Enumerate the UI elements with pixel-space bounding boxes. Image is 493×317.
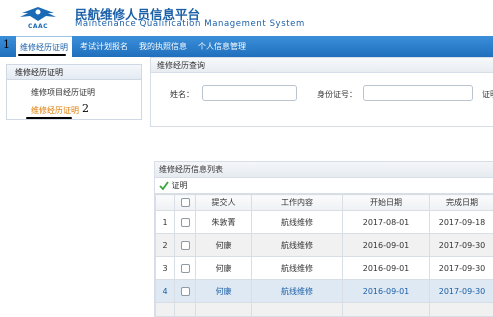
list-title: 维修经历信息列表 [155,162,493,178]
tab-label: 考试计划报名 [80,42,128,51]
col-end-header[interactable]: 完成日期 [429,194,493,211]
row-index: 2 [155,233,175,257]
col-submitter-header[interactable]: 提交人 [195,194,252,211]
tab-personal-info[interactable]: 个人信息管理 [198,36,246,57]
col-index-header [155,194,175,211]
end-date-cell: 2017-09-18 [429,210,493,234]
table-row[interactable]: 1 朱敦菁 航线维修 2017-08-01 2017-09-18 [155,210,493,234]
row-select[interactable] [174,210,196,234]
start-date-cell: 2016-09-01 [342,256,430,280]
work-cell: 航线维修 [251,233,343,257]
row-index: 1 [155,210,175,234]
name-label: 姓名： [170,90,194,99]
experience-list-panel: 维修经历信息列表 证明 提交人 工作内容 开始日期 完成日期 1 朱敦菁 航线维… [154,161,493,317]
tab-label: 我的执照信息 [139,42,187,51]
name-input[interactable] [202,85,297,101]
query-cut-label: 证明 [482,90,493,99]
start-date-cell [342,302,430,316]
tab-label: 个人信息管理 [198,42,246,51]
tab-label: 维修经历证明 [20,43,68,52]
row-select[interactable] [174,302,196,316]
caac-logo: CAAC [18,3,58,33]
work-cell [251,302,343,316]
start-date-cell: 2016-09-01 [342,233,430,257]
submitter-cell [195,302,252,316]
row-checkbox[interactable] [180,286,190,296]
work-cell: 航线维修 [251,210,343,234]
query-form: 姓名： 身份证号： 证明 [150,57,493,127]
annotation-underline-1 [18,54,66,56]
start-date-cell: 2017-08-01 [342,210,430,234]
select-all-checkbox[interactable] [180,198,190,207]
sidebar-item-project-experience[interactable]: 维修项目经历证明 [31,87,95,98]
submitter-cell: 何康 [195,256,252,280]
sidebar-title: 维修经历证明 [7,65,141,80]
end-date-cell: 2017-09-30 [429,256,493,280]
row-select[interactable] [174,279,196,303]
certify-button-label: 证明 [171,181,188,190]
table-row[interactable]: 3 何康 航线维修 2016-09-01 2017-09-30 [155,256,493,280]
row-index [155,302,175,316]
col-start-header[interactable]: 开始日期 [342,194,430,211]
end-date-cell: 2017-09-30 [429,233,493,257]
tab-license-info[interactable]: 我的执照信息 [139,36,187,57]
row-index: 3 [155,256,175,280]
id-number-label: 身份证号： [317,90,357,99]
row-index: 4 [155,279,175,303]
row-select[interactable] [174,233,196,257]
work-cell: 航线维修 [251,256,343,280]
row-select[interactable] [174,256,196,280]
certify-button[interactable]: 证明 [159,180,188,190]
col-work-header[interactable]: 工作内容 [251,194,343,211]
annotation-marker-2: 2 [82,102,89,115]
annotation-marker-1: 1 [3,38,10,51]
col-select-header[interactable] [174,194,196,211]
submitter-cell: 何康 [195,279,252,303]
table-header-row: 提交人 工作内容 开始日期 完成日期 [155,194,493,211]
work-cell: 航线维修 [251,279,343,303]
sidebar-item-maintenance-experience[interactable]: 维修经历证明 [31,105,79,116]
row-checkbox[interactable] [180,240,190,250]
app-subtitle: Maintenance Qualification Management Sys… [75,19,305,29]
row-checkbox[interactable] [180,263,190,273]
submitter-cell: 何康 [195,233,252,257]
end-date-cell: 2017-09-30 [429,279,493,303]
logo-text: CAAC [27,23,49,30]
start-date-cell: 2016-09-01 [342,279,430,303]
check-icon [159,180,169,190]
table-row-selected[interactable]: 4 何康 航线维修 2016-09-01 2017-09-30 [155,279,493,303]
submitter-cell: 朱敦菁 [195,210,252,234]
end-date-cell [429,302,493,316]
table-row[interactable]: 2 何康 航线维修 2016-09-01 2017-09-30 [155,233,493,257]
tab-exam-registration[interactable]: 考试计划报名 [80,36,128,57]
annotation-underline-2 [26,117,72,119]
id-number-input[interactable] [363,85,473,101]
caac-wings-icon [20,7,56,21]
top-nav: 维修经历证明 考试计划报名 我的执照信息 个人信息管理 [0,36,493,57]
list-toolbar: 证明 [155,178,493,194]
app-header: CAAC 民航维修人员信息平台 Maintenance Qualificatio… [0,0,493,36]
table-row-partial[interactable] [155,302,493,316]
row-checkbox[interactable] [180,217,190,227]
sidebar: 维修经历证明 维修项目经历证明 维修经历证明 [6,64,142,120]
experience-table: 提交人 工作内容 开始日期 完成日期 1 朱敦菁 航线维修 2017-08-01… [155,194,493,316]
